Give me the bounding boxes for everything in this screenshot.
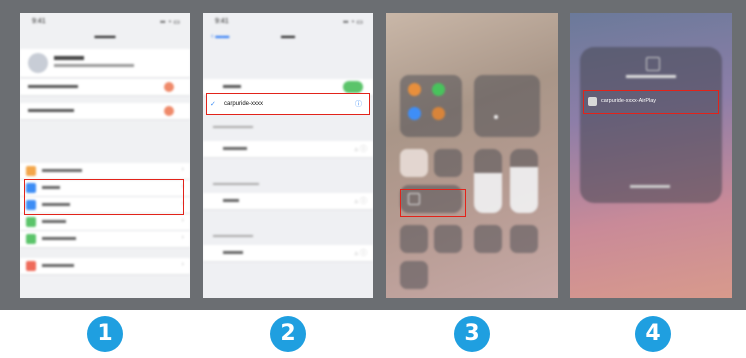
rotation-lock-button[interactable] [400, 149, 428, 177]
airplane-mode-row[interactable]: › [20, 163, 190, 180]
status-bar: 9:41 ▪▪ ◔ ▭ [32, 18, 180, 26]
camera-button[interactable] [510, 225, 538, 253]
wifi-toggle[interactable] [343, 81, 363, 93]
calculator-button[interactable] [474, 225, 502, 253]
notifications-row[interactable]: › [20, 258, 190, 275]
music-tile[interactable] [474, 75, 540, 137]
scan-button[interactable] [400, 261, 428, 289]
suggestion-row[interactable] [20, 79, 190, 96]
volume-slider[interactable] [510, 149, 538, 213]
stop-mirroring-label [630, 185, 670, 188]
connectivity-tile[interactable] [400, 75, 462, 137]
wifi-bluetooth-highlight [24, 179, 184, 215]
wifi-title: ▬▬ [281, 33, 295, 40]
network-row[interactable]: ▵ ⓘ [203, 245, 373, 262]
hotspot-row[interactable]: › [20, 231, 190, 248]
step-3-badge: 3 [454, 316, 490, 352]
step3-control-center-screenshot [386, 13, 558, 298]
do-not-disturb-button[interactable] [434, 149, 462, 177]
step4-screen-mirroring-screenshot: carpuride-xxxx-AirPlay [570, 13, 732, 298]
cellular-row[interactable]: › [20, 214, 190, 231]
step-2-badge: 2 [270, 316, 306, 352]
step-1-badge: 1 [87, 316, 123, 352]
step1-settings-screenshot: 9:41 ▪▪ ◔ ▭ ▬▬▬ › › › › › › [20, 13, 190, 298]
brightness-slider[interactable] [474, 149, 502, 213]
update-row[interactable] [20, 103, 190, 120]
airplay-device-highlight [583, 90, 719, 114]
mirroring-sheet [580, 47, 722, 203]
profile-row[interactable] [20, 49, 190, 78]
avatar [28, 53, 48, 73]
step2-wifi-screenshot: 9:41 ▪▪ ◔ ▭ ‹ ▬▬ ▬▬ ▵ ⓘ ▵ ⓘ ▵ ⓘ ✓ carpuri… [203, 13, 373, 298]
wifi-icon [408, 107, 421, 120]
screen-mirroring-highlight [400, 189, 466, 217]
bluetooth-icon [432, 107, 445, 120]
timer-button[interactable] [434, 225, 462, 253]
cellular-icon [432, 83, 445, 96]
network-highlight [206, 93, 370, 115]
screen-mirroring-icon [646, 57, 660, 71]
step-4-badge: 4 [635, 316, 671, 352]
network-row[interactable]: ▵ ⓘ [203, 193, 373, 210]
settings-title: ▬▬▬ [94, 33, 116, 40]
status-bar: 9:41 ▪▪ ◔ ▭ [215, 18, 363, 26]
flashlight-button[interactable] [400, 225, 428, 253]
network-row[interactable]: ▵ ⓘ [203, 141, 373, 158]
airplane-icon [408, 83, 421, 96]
